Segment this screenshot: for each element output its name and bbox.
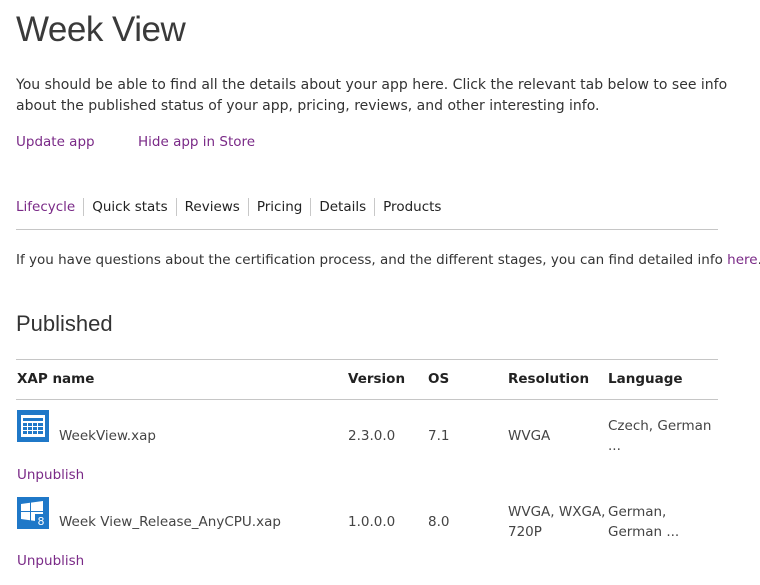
tab-details[interactable]: Details <box>310 198 374 216</box>
tab-bar: Lifecycle Quick stats Reviews Pricing De… <box>16 198 449 216</box>
xap-version: 2.3.0.0 <box>348 428 396 444</box>
intro-line-2: about the published status of your app, … <box>16 98 600 114</box>
tab-lifecycle[interactable]: Lifecycle <box>16 198 83 216</box>
xap-name: WeekView.xap <box>59 428 156 444</box>
xap-os: 8.0 <box>428 514 450 530</box>
col-header-version: Version <box>348 371 406 387</box>
published-heading: Published <box>16 311 113 336</box>
tabs-divider <box>16 229 718 230</box>
xap-language-line-1: Czech, German <box>608 418 712 434</box>
xap-language: German, German ... <box>608 502 679 542</box>
tab-pricing[interactable]: Pricing <box>247 198 311 216</box>
page-intro: You should be able to find all the detai… <box>16 75 727 117</box>
page-title: Week View <box>16 10 186 49</box>
xap-resolution-line-2: 720P <box>508 524 542 540</box>
xap-name: Week View_Release_AnyCPU.xap <box>59 514 281 530</box>
xap-version: 1.0.0.0 <box>348 514 396 530</box>
col-header-xap-name: XAP name <box>17 371 95 387</box>
col-header-os: OS <box>428 371 450 387</box>
tab-reviews[interactable]: Reviews <box>175 198 248 216</box>
xap-language: Czech, German ... <box>608 416 711 456</box>
certification-info: If you have questions about the certific… <box>16 252 760 268</box>
col-header-resolution: Resolution <box>508 371 590 387</box>
tab-products[interactable]: Products <box>374 198 449 216</box>
xap-resolution: WVGA <box>508 428 551 444</box>
col-header-language: Language <box>608 371 683 387</box>
intro-line-1: You should be able to find all the detai… <box>16 77 728 93</box>
certification-info-link[interactable]: here <box>727 252 757 268</box>
tab-quick-stats[interactable]: Quick stats <box>83 198 175 216</box>
update-app-link[interactable]: Update app <box>16 134 95 150</box>
xap-language-line-1: German, <box>608 504 667 520</box>
unpublish-link[interactable]: Unpublish <box>17 467 84 483</box>
certification-info-text: If you have questions about the certific… <box>16 252 728 268</box>
unpublish-link[interactable]: Unpublish <box>17 553 84 569</box>
xap-os: 7.1 <box>428 428 450 444</box>
table-top-rule <box>16 359 718 360</box>
table-header-rule <box>16 399 718 400</box>
svg-text:8: 8 <box>38 515 45 528</box>
xap-language-line-2: German ... <box>608 524 680 540</box>
week-calendar-icon <box>17 410 49 442</box>
windows-8-icon: 8 <box>17 497 49 529</box>
xap-resolution: WVGA, WXGA, 720P <box>508 502 605 542</box>
hide-app-link[interactable]: Hide app in Store <box>138 134 255 150</box>
xap-language-line-2: ... <box>608 438 621 454</box>
xap-resolution-line-1: WVGA, WXGA, <box>508 504 606 520</box>
